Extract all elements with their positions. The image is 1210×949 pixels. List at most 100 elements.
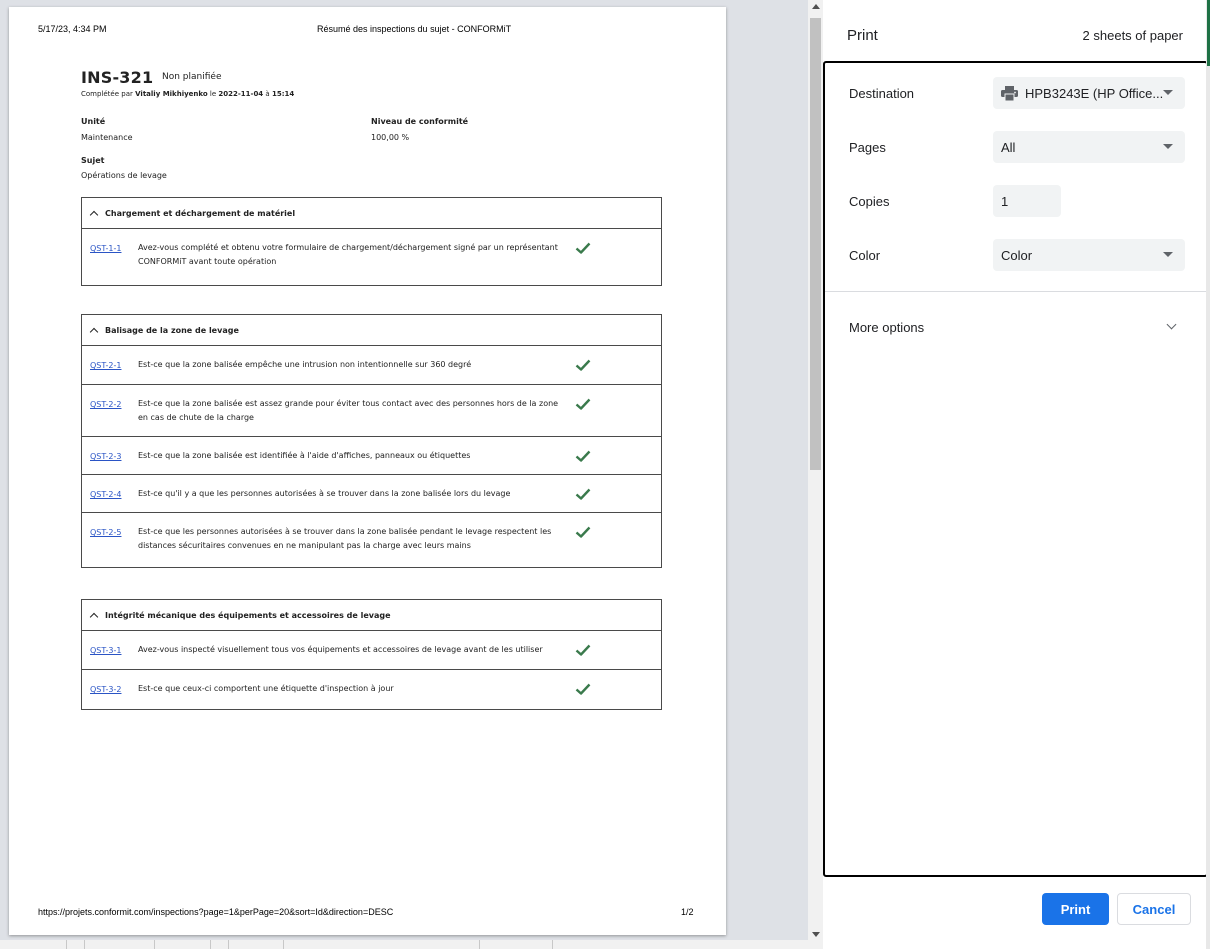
section-loading: Chargement et déchargement de matériel Q…: [81, 197, 662, 286]
copies-value: 1: [1001, 193, 1009, 209]
question-code-link[interactable]: QST-1-1: [90, 244, 121, 253]
check-icon: [575, 683, 591, 695]
dropdown-arrow-icon: [1163, 252, 1173, 257]
check-icon: [575, 488, 591, 500]
copies-input[interactable]: 1: [993, 185, 1061, 217]
scroll-up-arrow-icon[interactable]: [812, 4, 820, 9]
question-text: Est-ce qu'il y a que les personnes autor…: [138, 489, 511, 498]
background-divider: [66, 940, 67, 949]
question-code-link[interactable]: QST-2-3: [90, 452, 121, 461]
chevron-up-icon: [89, 327, 99, 336]
question-code-link[interactable]: QST-2-5: [90, 528, 121, 537]
section-header: Chargement et déchargement de matériel: [82, 198, 661, 229]
destination-value: HPB3243E (HP Office...: [1025, 85, 1164, 101]
completed-time: 15:14: [271, 90, 295, 98]
sheet-count: 2 sheets of paper: [1082, 28, 1183, 43]
inspection-status: Non planifiée: [162, 72, 222, 82]
background-divider: [479, 940, 480, 949]
completed-at: à: [265, 90, 270, 98]
question-text: Est-ce que la zone balisée est identifié…: [138, 451, 471, 460]
question-text: Est-ce que ceux-ci comportent une étique…: [138, 684, 394, 693]
question-row: QST-2-4 Est-ce qu'il y a que les personn…: [82, 475, 661, 513]
question-text: Avez-vous complété et obtenu votre formu…: [138, 243, 558, 266]
question-row: QST-2-5 Est-ce que les personnes autoris…: [82, 513, 661, 567]
background-divider: [154, 940, 155, 949]
section-mechanical-integrity: Intégrité mécanique des équipements et a…: [81, 599, 662, 710]
pages-value: All: [1001, 139, 1016, 155]
background-sheet-strip: [0, 940, 823, 949]
panel-title: Print: [847, 27, 878, 44]
destination-select[interactable]: HPB3243E (HP Office...: [993, 77, 1185, 109]
inspection-completed-line: Complétée par Vitaliy Mikhiyenko le 2022…: [81, 90, 294, 98]
check-icon: [575, 398, 591, 410]
section-title: Intégrité mécanique des équipements et a…: [105, 610, 391, 620]
section-title: Chargement et déchargement de matériel: [105, 208, 296, 218]
destination-label: Destination: [849, 86, 915, 101]
background-divider: [283, 940, 284, 949]
settings-box: Destination HPB3243E (HP Office... Pages…: [823, 61, 1208, 877]
question-text: Avez-vous inspecté visuellement tous vos…: [138, 645, 543, 654]
page-header-date: 5/17/23, 4:34 PM: [38, 24, 107, 34]
color-select[interactable]: Color: [993, 239, 1185, 271]
preview-scrollbar[interactable]: [808, 0, 823, 949]
unit-value: Maintenance: [81, 133, 133, 142]
page-footer-url: https://projets.conformit.com/inspection…: [38, 907, 394, 917]
dropdown-arrow-icon: [1163, 90, 1173, 95]
completed-on: le: [209, 90, 217, 98]
check-icon: [575, 526, 591, 538]
check-icon: [575, 644, 591, 656]
question-text: Est-ce que les personnes autorisées à se…: [138, 527, 552, 550]
question-code-link[interactable]: QST-3-2: [90, 685, 121, 694]
print-preview-area: 5/17/23, 4:34 PM Résumé des inspections …: [0, 0, 808, 949]
color-label: Color: [849, 248, 881, 263]
conformity-value: 100,00 %: [371, 133, 410, 142]
section-zone-marking: Balisage de la zone de levage QST-2-1 Es…: [81, 314, 662, 568]
color-value: Color: [1001, 247, 1033, 263]
more-options-toggle[interactable]: More options: [849, 320, 924, 335]
check-icon: [575, 359, 591, 371]
printer-icon: [1001, 86, 1018, 101]
question-code-link[interactable]: QST-2-4: [90, 490, 121, 499]
cancel-button[interactable]: Cancel: [1117, 893, 1191, 925]
background-divider: [228, 940, 229, 949]
preview-page: 5/17/23, 4:34 PM Résumé des inspections …: [9, 7, 726, 935]
scroll-down-arrow-icon[interactable]: [812, 932, 820, 937]
pages-select[interactable]: All: [993, 131, 1185, 163]
dropdown-arrow-icon: [1163, 144, 1173, 149]
completed-prefix: Complétée par: [81, 90, 133, 98]
background-window-edge: [1206, 0, 1210, 949]
section-header: Balisage de la zone de levage: [82, 315, 661, 346]
divider: [825, 291, 1206, 292]
conformity-label: Niveau de conformité: [371, 117, 469, 126]
question-row: QST-1-1 Avez-vous complété et obtenu vot…: [82, 229, 661, 285]
chevron-up-icon: [89, 210, 99, 219]
background-divider: [84, 940, 85, 949]
print-button[interactable]: Print: [1042, 893, 1109, 925]
question-row: QST-2-3 Est-ce que la zone balisée est i…: [82, 437, 661, 475]
background-divider: [210, 940, 211, 949]
completed-date: 2022-11-04: [218, 90, 264, 98]
completed-by: Vitaliy Mikhiyenko: [135, 90, 208, 98]
question-text: Est-ce que la zone balisée empêche une i…: [138, 360, 472, 369]
check-icon: [575, 242, 591, 254]
section-title: Balisage de la zone de levage: [105, 325, 239, 335]
question-row: QST-3-2 Est-ce que ceux-ci comportent un…: [82, 670, 661, 709]
question-row: QST-2-1 Est-ce que la zone balisée empêc…: [82, 346, 661, 385]
chevron-down-icon[interactable]: [1166, 319, 1177, 330]
page-footer-number: 1/2: [681, 907, 694, 917]
section-header: Intégrité mécanique des équipements et a…: [82, 600, 661, 631]
scrollbar-thumb[interactable]: [810, 18, 821, 470]
question-code-link[interactable]: QST-3-1: [90, 646, 121, 655]
page-header-title: Résumé des inspections du sujet - CONFOR…: [317, 24, 512, 34]
background-divider: [552, 940, 553, 949]
question-code-link[interactable]: QST-2-2: [90, 400, 121, 409]
copies-label: Copies: [849, 194, 890, 209]
print-settings-panel: Print 2 sheets of paper Destination HPB3…: [823, 0, 1210, 949]
pages-label: Pages: [849, 140, 886, 155]
subject-label: Sujet: [81, 156, 105, 165]
question-text: Est-ce que la zone balisée est assez gra…: [138, 399, 559, 422]
question-row: QST-2-2 Est-ce que la zone balisée est a…: [82, 385, 661, 437]
question-code-link[interactable]: QST-2-1: [90, 361, 121, 370]
check-icon: [575, 450, 591, 462]
inspection-id: INS-321: [81, 68, 154, 87]
